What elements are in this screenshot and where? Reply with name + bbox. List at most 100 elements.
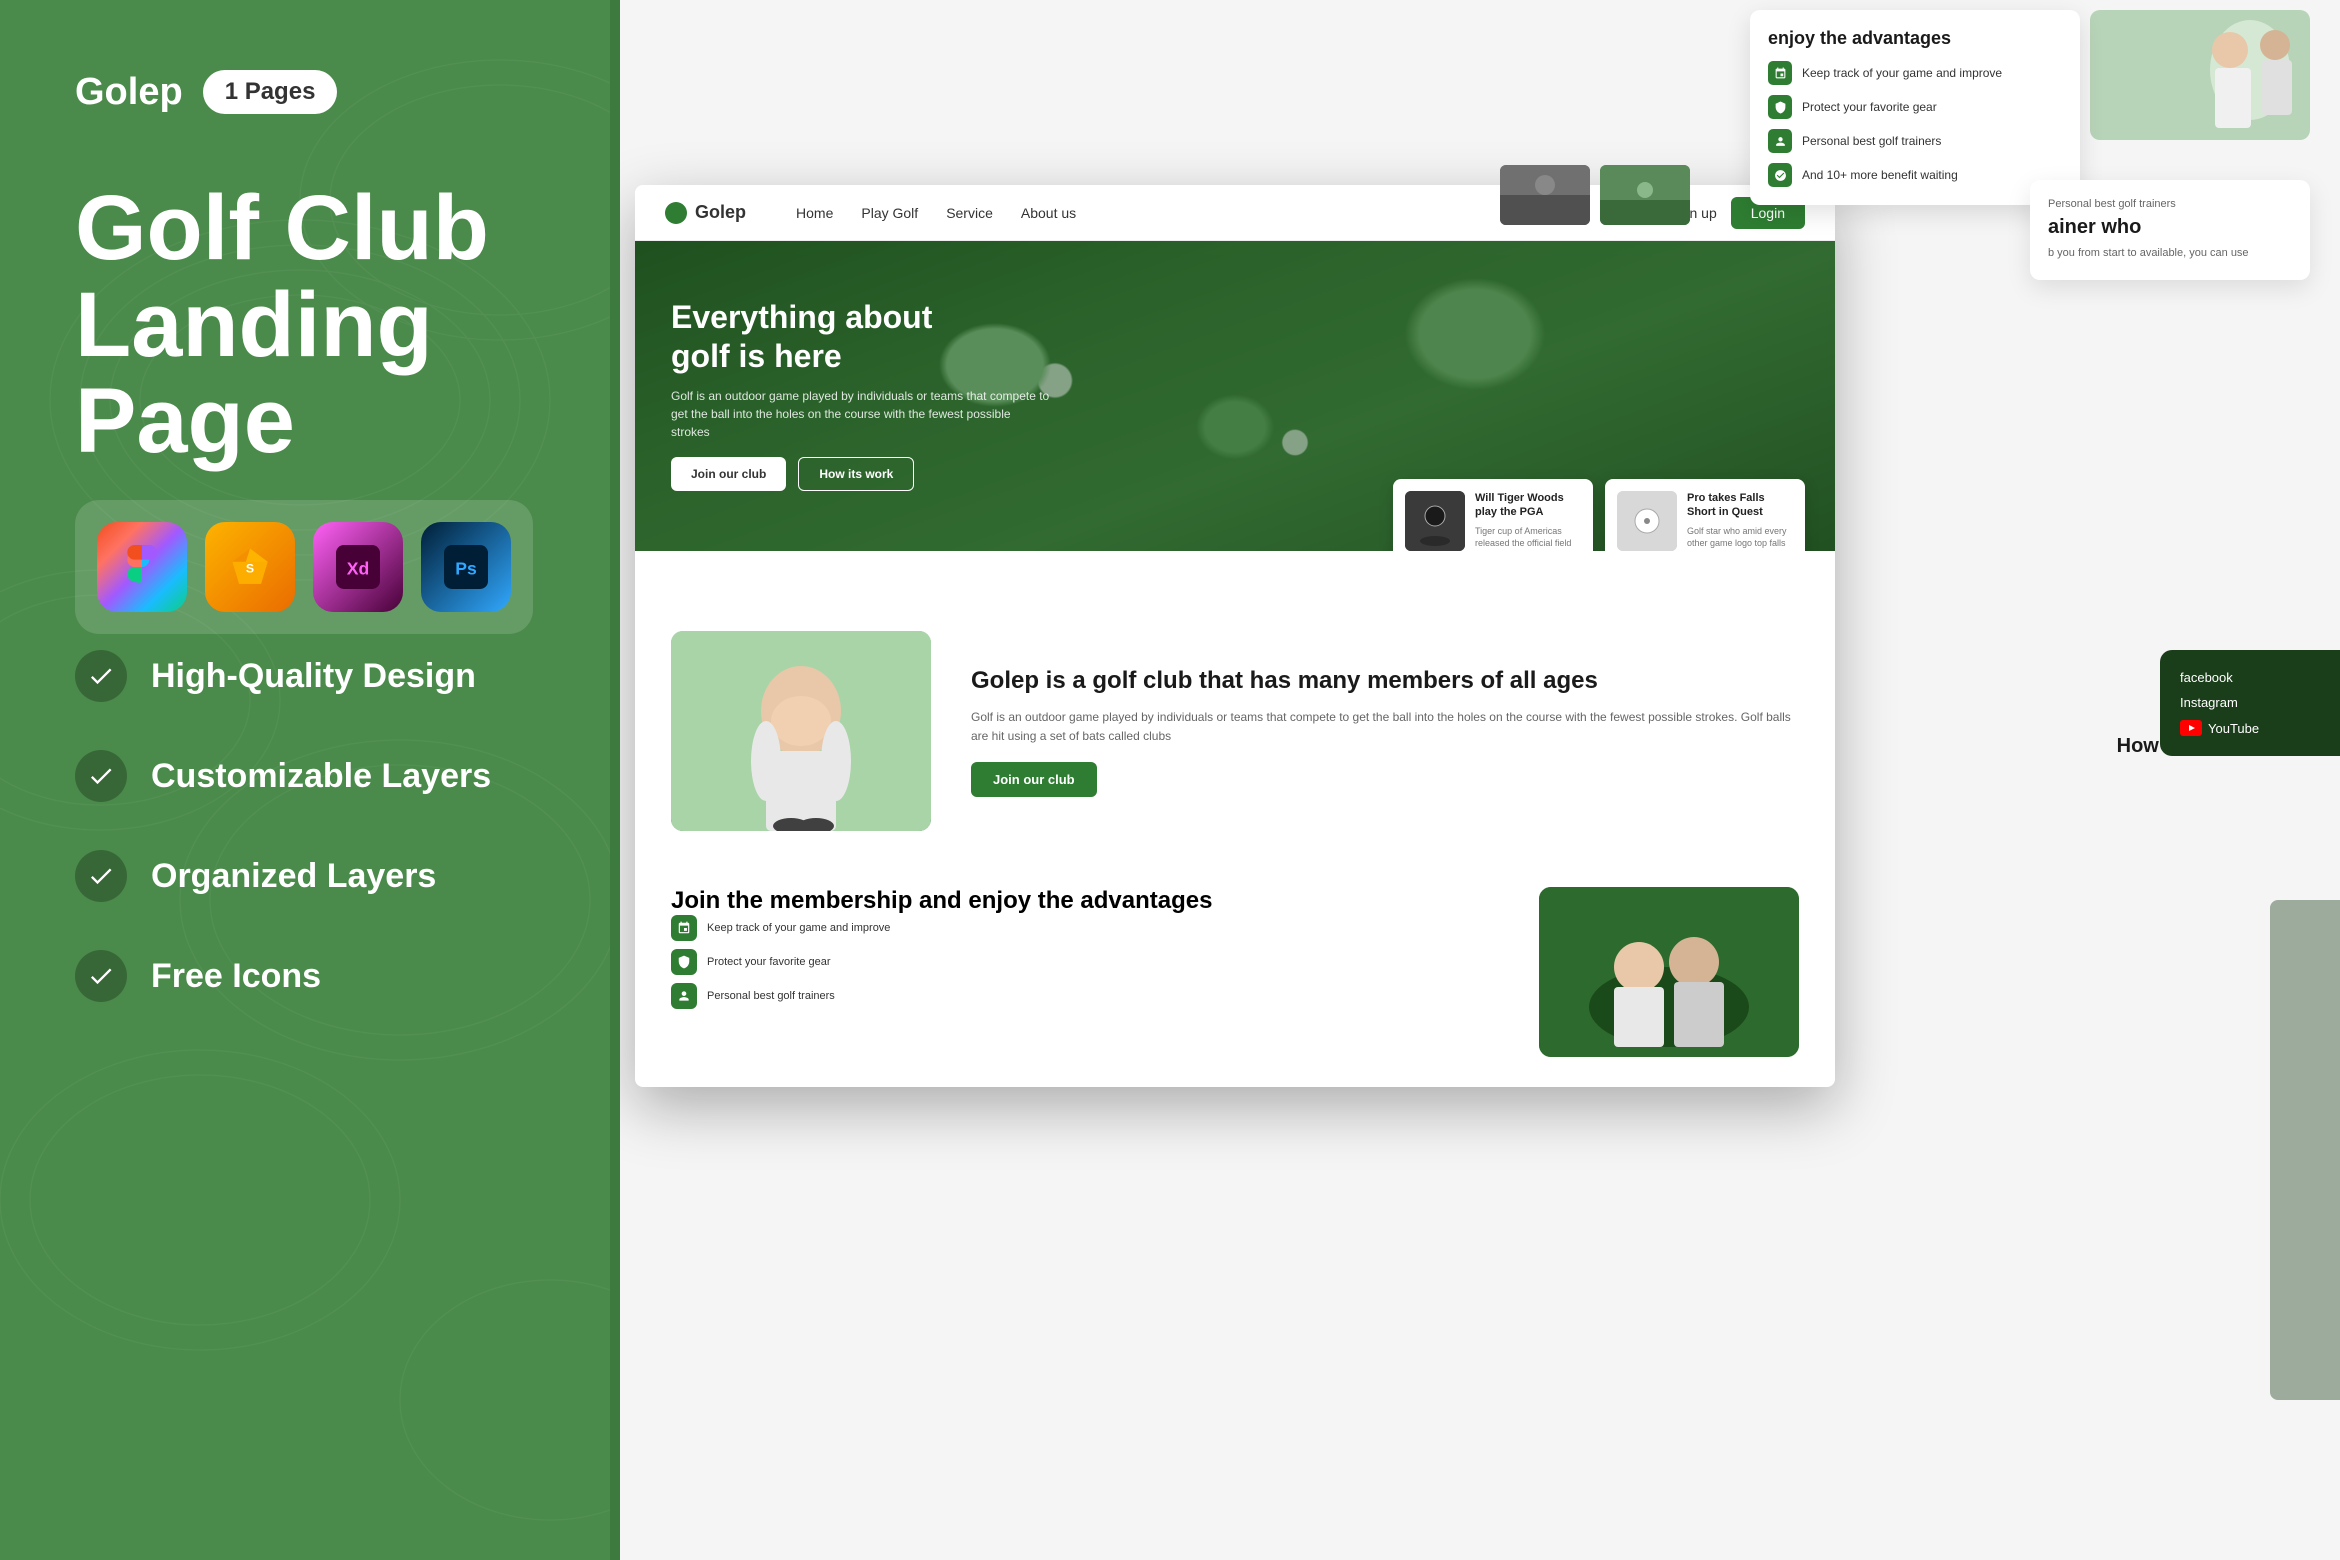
trainer-section-label: Personal best golf trainers	[2048, 198, 2292, 210]
feature-label-4: Free Icons	[151, 957, 321, 996]
golf-thumb-1	[1500, 165, 1590, 225]
news-card-image-2	[1617, 491, 1677, 551]
advantage-icon-3	[1768, 129, 1792, 153]
join-club-about-button[interactable]: Join our club	[971, 762, 1097, 797]
social-instagram[interactable]: Instagram	[2180, 695, 2320, 710]
membership-feature-text-1: Keep track of your game and improve	[707, 922, 890, 934]
social-youtube[interactable]: YouTube	[2208, 721, 2259, 736]
website-mockup: Golep Home Play Golf Service About us Si…	[635, 185, 1835, 1087]
right-panel: Golep Home Play Golf Service About us Si…	[620, 0, 2340, 1560]
social-panel: facebook Instagram YouTube	[2160, 650, 2340, 756]
news-cards: Will Tiger Woods play the PGA Tiger cup …	[1393, 479, 1805, 551]
advantage-item-1: Keep track of your game and improve	[1768, 61, 2062, 85]
advantage-item-4: And 10+ more benefit waiting	[1768, 163, 2062, 187]
hero-content: Everything about golf is here Golf is an…	[671, 298, 1051, 491]
youtube-icon	[2180, 720, 2202, 736]
nav-playgolf[interactable]: Play Golf	[861, 205, 918, 221]
feature-item-1: High-Quality Design	[75, 650, 491, 702]
membership-feature-2: Protect your favorite gear	[671, 949, 1499, 975]
membership-icon-1	[671, 915, 697, 941]
hero-section: Everything about golf is here Golf is an…	[635, 241, 1835, 551]
advantages-image	[2090, 10, 2310, 140]
ps-icon: Ps	[421, 522, 511, 612]
check-icon-3	[75, 850, 127, 902]
membership-title: Join the membership and enjoy the advant…	[671, 887, 1499, 915]
main-heading: Golf Club Landing Page	[75, 180, 555, 470]
about-image	[671, 631, 931, 831]
news-card-2: Pro takes Falls Short in Quest Golf star…	[1605, 479, 1805, 551]
sketch-icon: S	[205, 522, 295, 612]
pages-badge: 1 Pages	[203, 70, 338, 114]
page-title: Golf Club Landing Page	[75, 180, 555, 470]
feature-label-2: Customizable Layers	[151, 757, 491, 796]
advantages-title: enjoy the advantages	[1768, 28, 2062, 49]
svg-text:Ps: Ps	[455, 558, 477, 578]
advantage-icon-1	[1768, 61, 1792, 85]
news-card-text-2: Pro takes Falls Short in Quest Golf star…	[1687, 491, 1793, 551]
advantage-text-3: Personal best golf trainers	[1802, 134, 1941, 148]
decorative-side-panel	[2270, 900, 2340, 1400]
logo-dot	[665, 202, 687, 224]
join-club-button[interactable]: Join our club	[671, 457, 786, 491]
about-person-image	[671, 631, 931, 831]
news-card-text-1: Will Tiger Woods play the PGA Tiger cup …	[1475, 491, 1581, 551]
advantage-icon-2	[1768, 95, 1792, 119]
membership-image	[1539, 887, 1799, 1057]
social-youtube-row: YouTube	[2180, 720, 2320, 736]
feature-item-2: Customizable Layers	[75, 750, 491, 802]
advantage-icon-4	[1768, 163, 1792, 187]
nav-about[interactable]: About us	[1021, 205, 1076, 221]
features-list: High-Quality Design Customizable Layers …	[75, 650, 491, 1050]
svg-text:Xd: Xd	[347, 558, 369, 578]
trainer-description: b you from start to available, you can u…	[2048, 245, 2292, 262]
hero-description: Golf is an outdoor game played by indivi…	[671, 387, 1051, 441]
xd-icon: Xd	[313, 522, 403, 612]
advantage-text-1: Keep track of your game and improve	[1802, 66, 2002, 80]
advantage-item-2: Protect your favorite gear	[1768, 95, 2062, 119]
membership-section: Join the membership and enjoy the advant…	[635, 867, 1835, 1087]
hero-title: Everything about golf is here	[671, 298, 1051, 375]
about-title: Golep is a golf club that has many membe…	[971, 665, 1799, 696]
advantage-text-2: Protect your favorite gear	[1802, 100, 1937, 114]
about-description: Golf is an outdoor game played by indivi…	[971, 708, 1799, 746]
brand-area: Golep 1 Pages	[75, 70, 337, 114]
nav-brand: Golep	[695, 202, 746, 223]
membership-feature-text-3: Personal best golf trainers	[707, 990, 835, 1002]
golf-thumb-2	[1600, 165, 1690, 225]
left-panel: Golep 1 Pages Golf Club Landing Page	[0, 0, 610, 1560]
membership-icon-3	[671, 983, 697, 1009]
feature-label-3: Organized Layers	[151, 857, 436, 896]
membership-feature-3: Personal best golf trainers	[671, 983, 1499, 1009]
feature-item-3: Organized Layers	[75, 850, 491, 902]
membership-icon-2	[671, 949, 697, 975]
nav-links: Home Play Golf Service About us	[796, 205, 1076, 221]
social-facebook[interactable]: facebook	[2180, 670, 2320, 685]
about-content: Golep is a golf club that has many membe…	[971, 665, 1799, 798]
advantages-card: enjoy the advantages Keep track of your …	[1750, 10, 2080, 205]
membership-feature-1: Keep track of your game and improve	[671, 915, 1499, 941]
brand-name: Golep	[75, 71, 183, 114]
check-icon-2	[75, 750, 127, 802]
figma-icon	[97, 522, 187, 612]
feature-label-1: High-Quality Design	[151, 657, 476, 696]
trainer-card: Personal best golf trainers ainer who b …	[2030, 180, 2310, 280]
tools-row: S Xd Ps	[75, 500, 533, 634]
svg-text:S: S	[246, 561, 254, 575]
nav-service[interactable]: Service	[946, 205, 993, 221]
golf-thumbs	[1500, 165, 1690, 225]
news-card-1: Will Tiger Woods play the PGA Tiger cup …	[1393, 479, 1593, 551]
check-icon-4	[75, 950, 127, 1002]
feature-item-4: Free Icons	[75, 950, 491, 1002]
hero-buttons: Join our club How its work	[671, 457, 1051, 491]
how-it-works-button[interactable]: How its work	[798, 457, 914, 491]
about-section: Golep is a golf club that has many membe…	[635, 551, 1835, 867]
membership-feature-text-2: Protect your favorite gear	[707, 956, 831, 968]
check-icon-1	[75, 650, 127, 702]
nav-logo: Golep	[665, 202, 746, 224]
trainer-title: ainer who	[2048, 216, 2292, 239]
advantage-item-3: Personal best golf trainers	[1768, 129, 2062, 153]
nav-home[interactable]: Home	[796, 205, 833, 221]
news-card-image-1	[1405, 491, 1465, 551]
membership-content: Join the membership and enjoy the advant…	[671, 887, 1499, 1017]
advantage-text-4: And 10+ more benefit waiting	[1802, 168, 1958, 182]
